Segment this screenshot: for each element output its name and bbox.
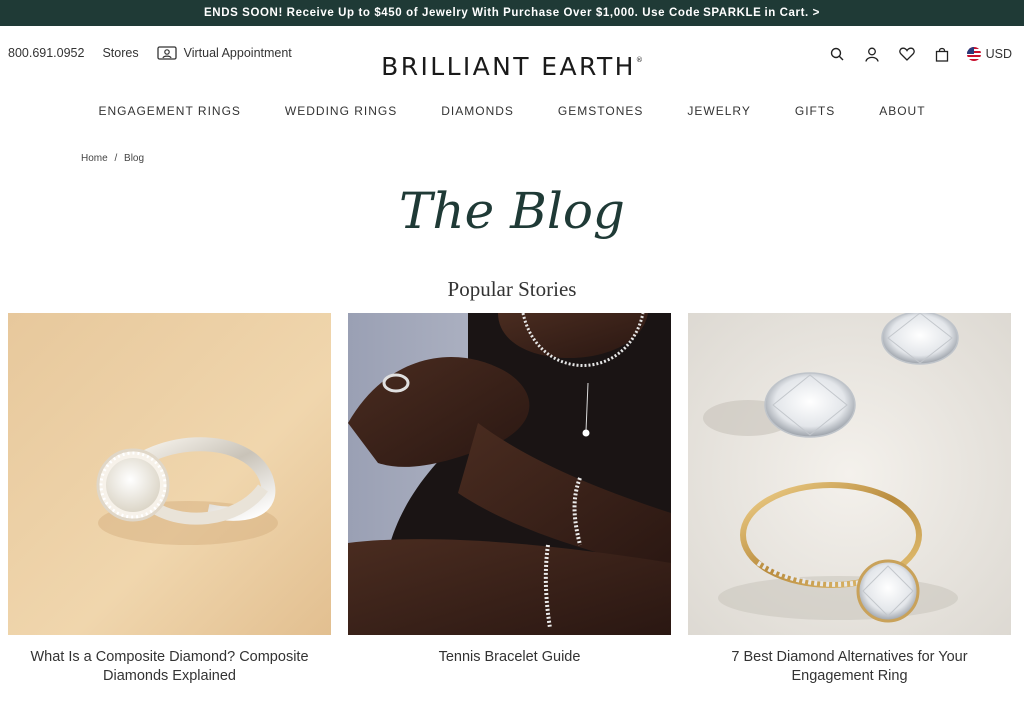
wishlist-heart-icon[interactable] (898, 45, 916, 63)
promo-code: SPARKLE (703, 7, 762, 19)
nav-wedding-rings[interactable]: WEDDING RINGS (285, 104, 397, 118)
shopping-bag-icon[interactable] (933, 45, 951, 63)
nav-gemstones[interactable]: GEMSTONES (558, 104, 643, 118)
us-flag-icon (966, 47, 981, 61)
breadcrumb-home[interactable]: Home (81, 153, 108, 164)
story-image-tennis-bracelet[interactable] (348, 313, 671, 635)
trademark-symbol: ® (635, 56, 643, 64)
currency-selector[interactable]: USD (966, 47, 1012, 61)
nav-diamonds[interactable]: DIAMONDS (441, 104, 514, 118)
story-card[interactable]: Tennis Bracelet Guide (348, 313, 671, 667)
story-title[interactable]: Tennis Bracelet Guide (348, 648, 671, 667)
story-title[interactable]: 7 Best Diamond Alternatives for Your Eng… (688, 648, 1011, 686)
utility-nav-right: USD (811, 45, 1012, 63)
promo-cta: in Cart. > (764, 7, 820, 19)
page-title: The Blog (399, 182, 625, 240)
breadcrumb-separator: / (114, 153, 118, 164)
story-image-diamond-alternatives[interactable] (688, 313, 1011, 635)
promo-text: ENDS SOON! Receive Up to $450 of Jewelry… (204, 7, 701, 19)
breadcrumb-current: Blog (124, 153, 145, 164)
account-icon[interactable] (863, 45, 881, 63)
story-image-signet-ring[interactable] (8, 313, 331, 635)
story-card[interactable]: What Is a Composite Diamond? Composite D… (8, 313, 331, 686)
story-title[interactable]: What Is a Composite Diamond? Composite D… (8, 648, 331, 686)
nav-about[interactable]: ABOUT (879, 104, 925, 118)
main-navigation: ENGAGEMENT RINGS WEDDING RINGS DIAMONDS … (0, 104, 1024, 118)
section-title: Popular Stories (447, 277, 577, 301)
nav-jewelry[interactable]: JEWELRY (687, 104, 750, 118)
nav-engagement-rings[interactable]: ENGAGEMENT RINGS (98, 104, 240, 118)
nav-gifts[interactable]: GIFTS (795, 104, 835, 118)
logo-text: BRILLIANT EARTH (381, 52, 636, 81)
currency-label: USD (985, 47, 1012, 61)
breadcrumb: Home / Blog (81, 153, 144, 164)
promo-banner[interactable]: ENDS SOON! Receive Up to $450 of Jewelry… (0, 0, 1024, 26)
story-card[interactable]: 7 Best Diamond Alternatives for Your Eng… (688, 313, 1011, 686)
search-icon[interactable] (828, 45, 846, 63)
